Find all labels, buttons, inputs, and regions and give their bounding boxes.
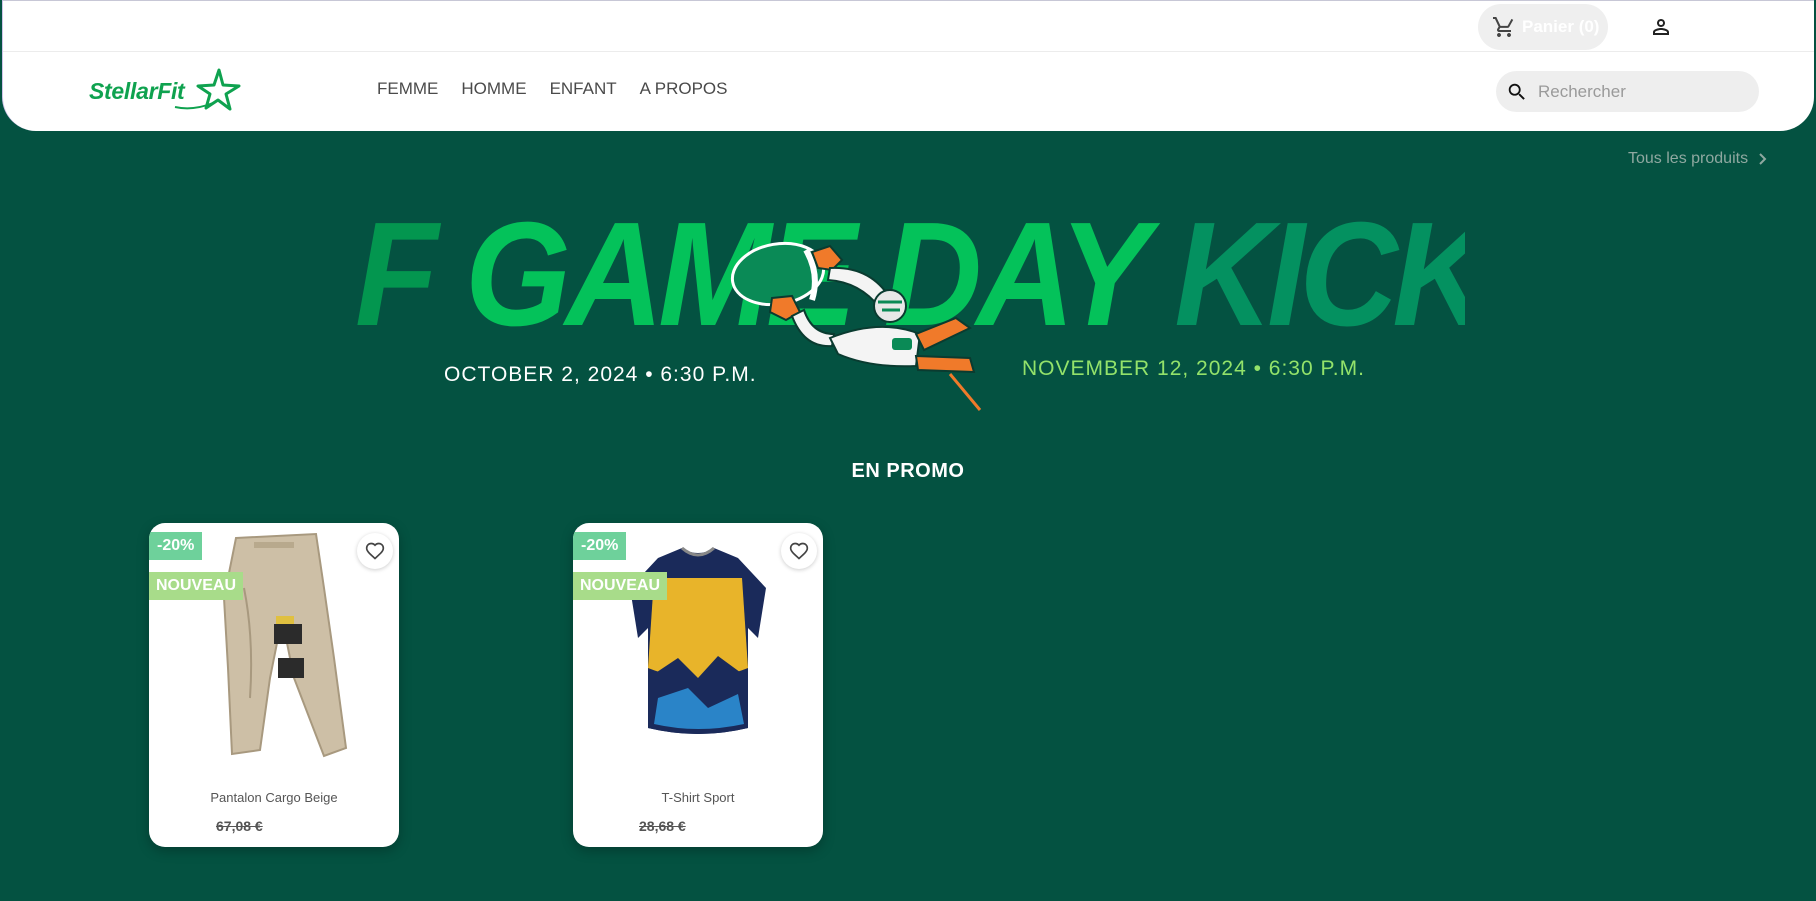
product-card[interactable]: -20% NOUVEAU Pantalon Cargo Beige 67,08 … (149, 523, 399, 847)
new-badge: NOUVEAU (149, 572, 244, 600)
all-products-label: Tous les produits (1628, 150, 1749, 167)
heart-icon (365, 542, 385, 560)
main-nav: FEMME HOMME ENFANT A PROPOS (377, 79, 728, 99)
cart-button[interactable]: Panier (0) (1478, 4, 1608, 50)
cart-icon (1493, 17, 1514, 37)
nav-homme[interactable]: HOMME (461, 79, 526, 99)
nav-a-propos[interactable]: A PROPOS (640, 79, 728, 99)
logo[interactable]: StellarFit (89, 67, 245, 115)
nav-femme[interactable]: FEMME (377, 79, 438, 99)
account-button[interactable] (1647, 13, 1675, 41)
event-date-left: OCTOBER 2, 2024 • 6:30 P.M. (444, 363, 757, 386)
search-bar (1496, 71, 1759, 112)
top-bar: Panier (0) (3, 1, 1814, 52)
discount-badge: -20% (149, 532, 203, 560)
football-player-illustration (730, 241, 982, 411)
new-badge: NOUVEAU (573, 572, 668, 600)
product-name[interactable]: Pantalon Cargo Beige (149, 790, 399, 805)
cart-label: Panier (0) (1522, 17, 1600, 36)
logo-text: StellarFit (89, 77, 185, 104)
nav-enfant[interactable]: ENFANT (550, 79, 617, 99)
product-name[interactable]: T-Shirt Sport (573, 790, 823, 805)
wishlist-button[interactable] (781, 533, 817, 569)
chevron-right-icon (1759, 153, 1767, 165)
product-image-cargo-pants (222, 532, 348, 758)
wishlist-button[interactable] (357, 533, 393, 569)
search-input[interactable] (1538, 81, 1748, 102)
discount-badge: -20% (573, 532, 627, 560)
product-image-tshirt (630, 546, 766, 734)
product-price: 28,68 € (639, 818, 686, 834)
product-card[interactable]: -20% NOUVEAU T-Shirt Sport 28,68 € (573, 523, 823, 847)
ticker-part: KICK-OFF (1174, 205, 1465, 357)
event-date-right: NOVEMBER 12, 2024 • 6:30 P.M. (1022, 357, 1365, 380)
promo-section-title: EN PROMO (851, 460, 965, 482)
heart-icon (789, 542, 809, 560)
product-price: 67,08 € (216, 818, 263, 834)
search-icon[interactable] (1506, 81, 1528, 103)
user-icon (1653, 19, 1669, 35)
site-header: Panier (0) StellarFit FEMME HOMME ENFANT… (2, 0, 1814, 131)
all-products-link[interactable]: Tous les produits (1628, 150, 1770, 168)
star-logo-icon (174, 68, 241, 111)
ticker-part: F (355, 205, 438, 357)
